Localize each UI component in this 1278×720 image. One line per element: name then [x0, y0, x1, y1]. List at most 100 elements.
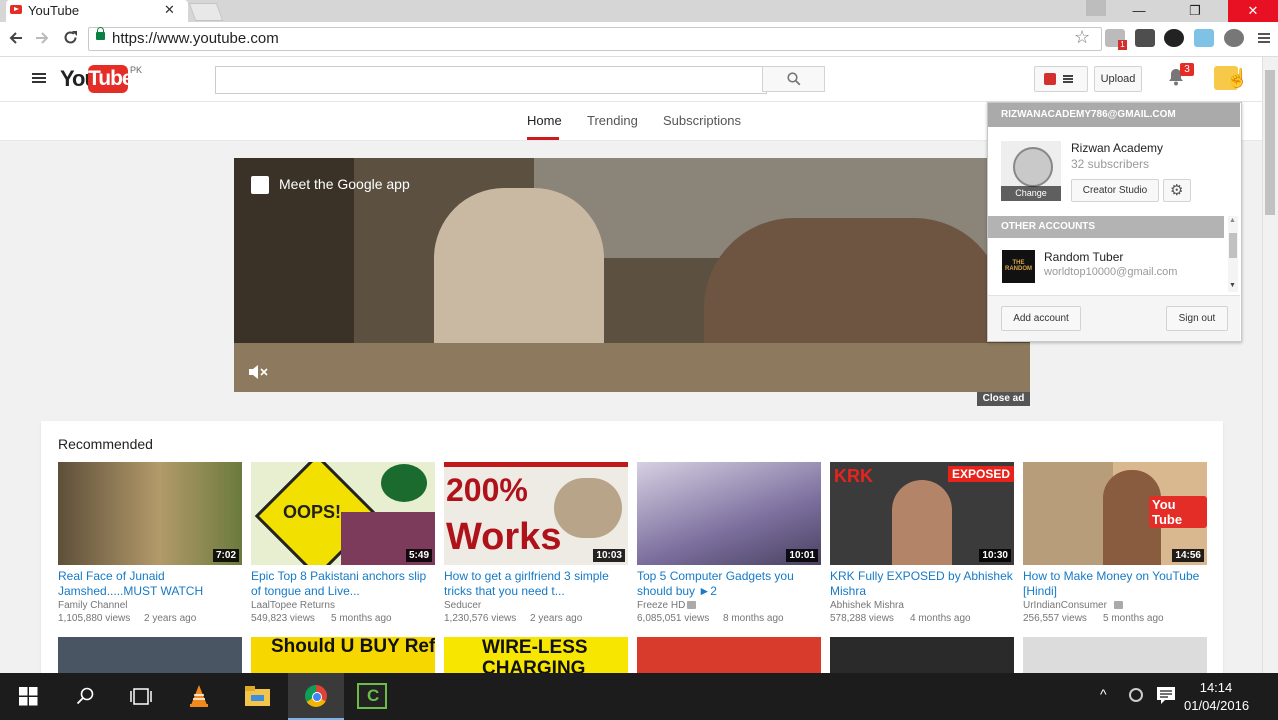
video-channel[interactable]: Seducer	[444, 600, 481, 611]
channel-avatar[interactable]: Change	[1001, 141, 1061, 201]
bookmark-star-icon[interactable]: ☆	[1074, 27, 1090, 48]
sign-out-button[interactable]: Sign out	[1166, 306, 1228, 331]
account-list-scroll-thumb[interactable]	[1229, 233, 1237, 258]
guide-menu-icon[interactable]	[32, 73, 46, 75]
thumb-text-exposed: EXPOSED	[948, 466, 1014, 482]
video-thumbnail[interactable]: 200% Works 10:03	[444, 462, 628, 565]
search-button[interactable]	[762, 66, 825, 92]
settings-button[interactable]: ⚙	[1163, 179, 1191, 202]
lock-icon	[96, 27, 105, 40]
video-thumbnail[interactable]	[637, 637, 821, 673]
video-thumbnail[interactable]: KRK EXPOSED 10:30	[830, 462, 1014, 565]
url-text[interactable]: https://www.youtube.com	[112, 30, 279, 47]
taskbar-clock[interactable]: 14:14 01/04/2016	[1184, 679, 1249, 715]
windows-start-icon[interactable]	[19, 687, 38, 706]
video-thumbnail[interactable]: WIRE-LESS CHARGING	[444, 637, 628, 673]
gear-icon: ⚙	[1170, 182, 1184, 199]
video-title[interactable]: How to get a girlfriend 3 simple tricks …	[444, 569, 628, 599]
other-account-email[interactable]: worldtop10000@gmail.com	[1044, 266, 1177, 278]
creator-studio-button[interactable]: Creator Studio	[1071, 179, 1159, 202]
other-account-name[interactable]: Random Tuber	[1044, 250, 1123, 264]
tab-subscriptions[interactable]: Subscriptions	[663, 113, 741, 128]
notification-count-badge: 3	[1180, 63, 1194, 76]
video-thumbnail[interactable]: 10:01	[637, 462, 821, 565]
verified-icon	[687, 601, 696, 609]
video-thumbnail[interactable]: 7:02	[58, 462, 242, 565]
extension-circle-icon[interactable]	[1164, 29, 1184, 47]
thumb-text: WIRE-LESS CHARGING	[482, 637, 588, 673]
task-view-icon[interactable]	[130, 687, 152, 706]
video-thumbnail[interactable]: OOPS! 5:49	[251, 462, 435, 565]
action-center-icon[interactable]	[1157, 687, 1175, 704]
page-scroll-thumb[interactable]	[1265, 70, 1275, 215]
video-views: 256,557 views	[1023, 613, 1087, 624]
thumb-text-works: Works	[446, 516, 562, 558]
video-title[interactable]: Epic Top 8 Pakistani anchors slip of ton…	[251, 569, 435, 599]
video-duration: 10:01	[786, 549, 818, 562]
close-window-button[interactable]: ✕	[1228, 0, 1278, 22]
video-age: 5 months ago	[331, 613, 392, 624]
search-icon	[787, 72, 801, 86]
thumb-person	[892, 480, 952, 565]
ad-text: Meet the Google app	[279, 176, 410, 192]
video-channel[interactable]: LaalTopee Returns	[251, 600, 335, 611]
show-hidden-icons-icon[interactable]: ^	[1100, 686, 1107, 702]
video-thumbnail[interactable]: You Tube 14:56	[1023, 462, 1207, 565]
search-input[interactable]	[215, 66, 767, 94]
thumb-text: OOPS!	[283, 502, 342, 522]
scroll-up-icon[interactable]: ▲	[1229, 217, 1236, 224]
video-title[interactable]: How to Make Money on YouTube [Hindi]	[1023, 569, 1207, 599]
video-thumbnail[interactable]: Should U BUY Refurbished	[251, 637, 435, 673]
tab-home[interactable]: Home	[527, 113, 562, 128]
restore-button[interactable]: ❐	[1172, 0, 1218, 22]
back-icon[interactable]	[8, 30, 24, 46]
add-account-button[interactable]: Add account	[1001, 306, 1081, 331]
tab-trending[interactable]: Trending	[587, 113, 638, 128]
mute-icon[interactable]	[248, 364, 270, 380]
profile-icon[interactable]	[1086, 0, 1106, 16]
vlc-icon[interactable]	[188, 684, 210, 708]
video-duration: 10:03	[593, 549, 625, 562]
extension-tb-icon[interactable]	[1135, 29, 1155, 47]
video-title[interactable]: Real Face of Junaid Jamshed.....MUST WAT…	[58, 569, 242, 599]
video-thumbnail[interactable]	[58, 637, 242, 673]
upload-button[interactable]: Upload	[1094, 66, 1142, 92]
camtasia-glyph-icon: C	[367, 686, 380, 705]
video-duration: 7:02	[212, 549, 239, 562]
video-title[interactable]: Top 5 Computer Gadgets you should buy ►2	[637, 569, 821, 599]
chrome-menu-icon[interactable]	[1258, 33, 1270, 35]
file-explorer-icon[interactable]	[245, 686, 270, 706]
thumb-bar	[444, 462, 628, 467]
close-ad-button[interactable]: Close ad	[977, 392, 1030, 406]
chrome-taskbar-button[interactable]	[288, 673, 344, 720]
video-age: 2 years ago	[530, 613, 583, 624]
extension-globe-icon[interactable]	[1224, 29, 1244, 47]
ad-table	[234, 343, 1030, 392]
extension-tb-button[interactable]	[1034, 66, 1088, 92]
video-channel[interactable]: Family Channel	[58, 600, 127, 611]
video-channel[interactable]: Abhishek Mishra	[830, 600, 904, 611]
other-account-avatar[interactable]: THE RANDOM	[1002, 250, 1035, 283]
video-age: 5 months ago	[1103, 613, 1164, 624]
video-thumbnail[interactable]	[830, 637, 1014, 673]
network-icon[interactable]	[1129, 688, 1143, 702]
ad-video-player[interactable]: Meet the Google app	[234, 158, 1030, 392]
video-channel[interactable]: UrIndianConsumer	[1023, 600, 1107, 611]
video-thumbnail[interactable]	[1023, 637, 1207, 673]
extension-image-icon[interactable]	[1194, 29, 1214, 47]
avatar-change-label[interactable]: Change	[1001, 186, 1061, 201]
youtube-favicon-icon	[10, 5, 22, 14]
forward-icon[interactable]	[34, 30, 50, 46]
logo-tube[interactable]: Tube	[88, 65, 134, 93]
reload-icon[interactable]	[62, 29, 79, 46]
search-taskbar-icon[interactable]	[76, 687, 95, 706]
video-title[interactable]: KRK Fully EXPOSED by Abhishek Mishra	[830, 569, 1014, 599]
minimize-button[interactable]: —	[1116, 0, 1162, 22]
tab-close-icon[interactable]: ✕	[164, 2, 175, 18]
section-title[interactable]: Recommended	[58, 436, 153, 452]
scroll-down-icon[interactable]: ▼	[1229, 282, 1236, 289]
camtasia-icon[interactable]: C	[357, 683, 387, 709]
channel-name: Rizwan Academy	[1071, 141, 1164, 155]
video-channel[interactable]: Freeze HD	[637, 600, 685, 611]
extension-badge: 1	[1118, 40, 1127, 50]
